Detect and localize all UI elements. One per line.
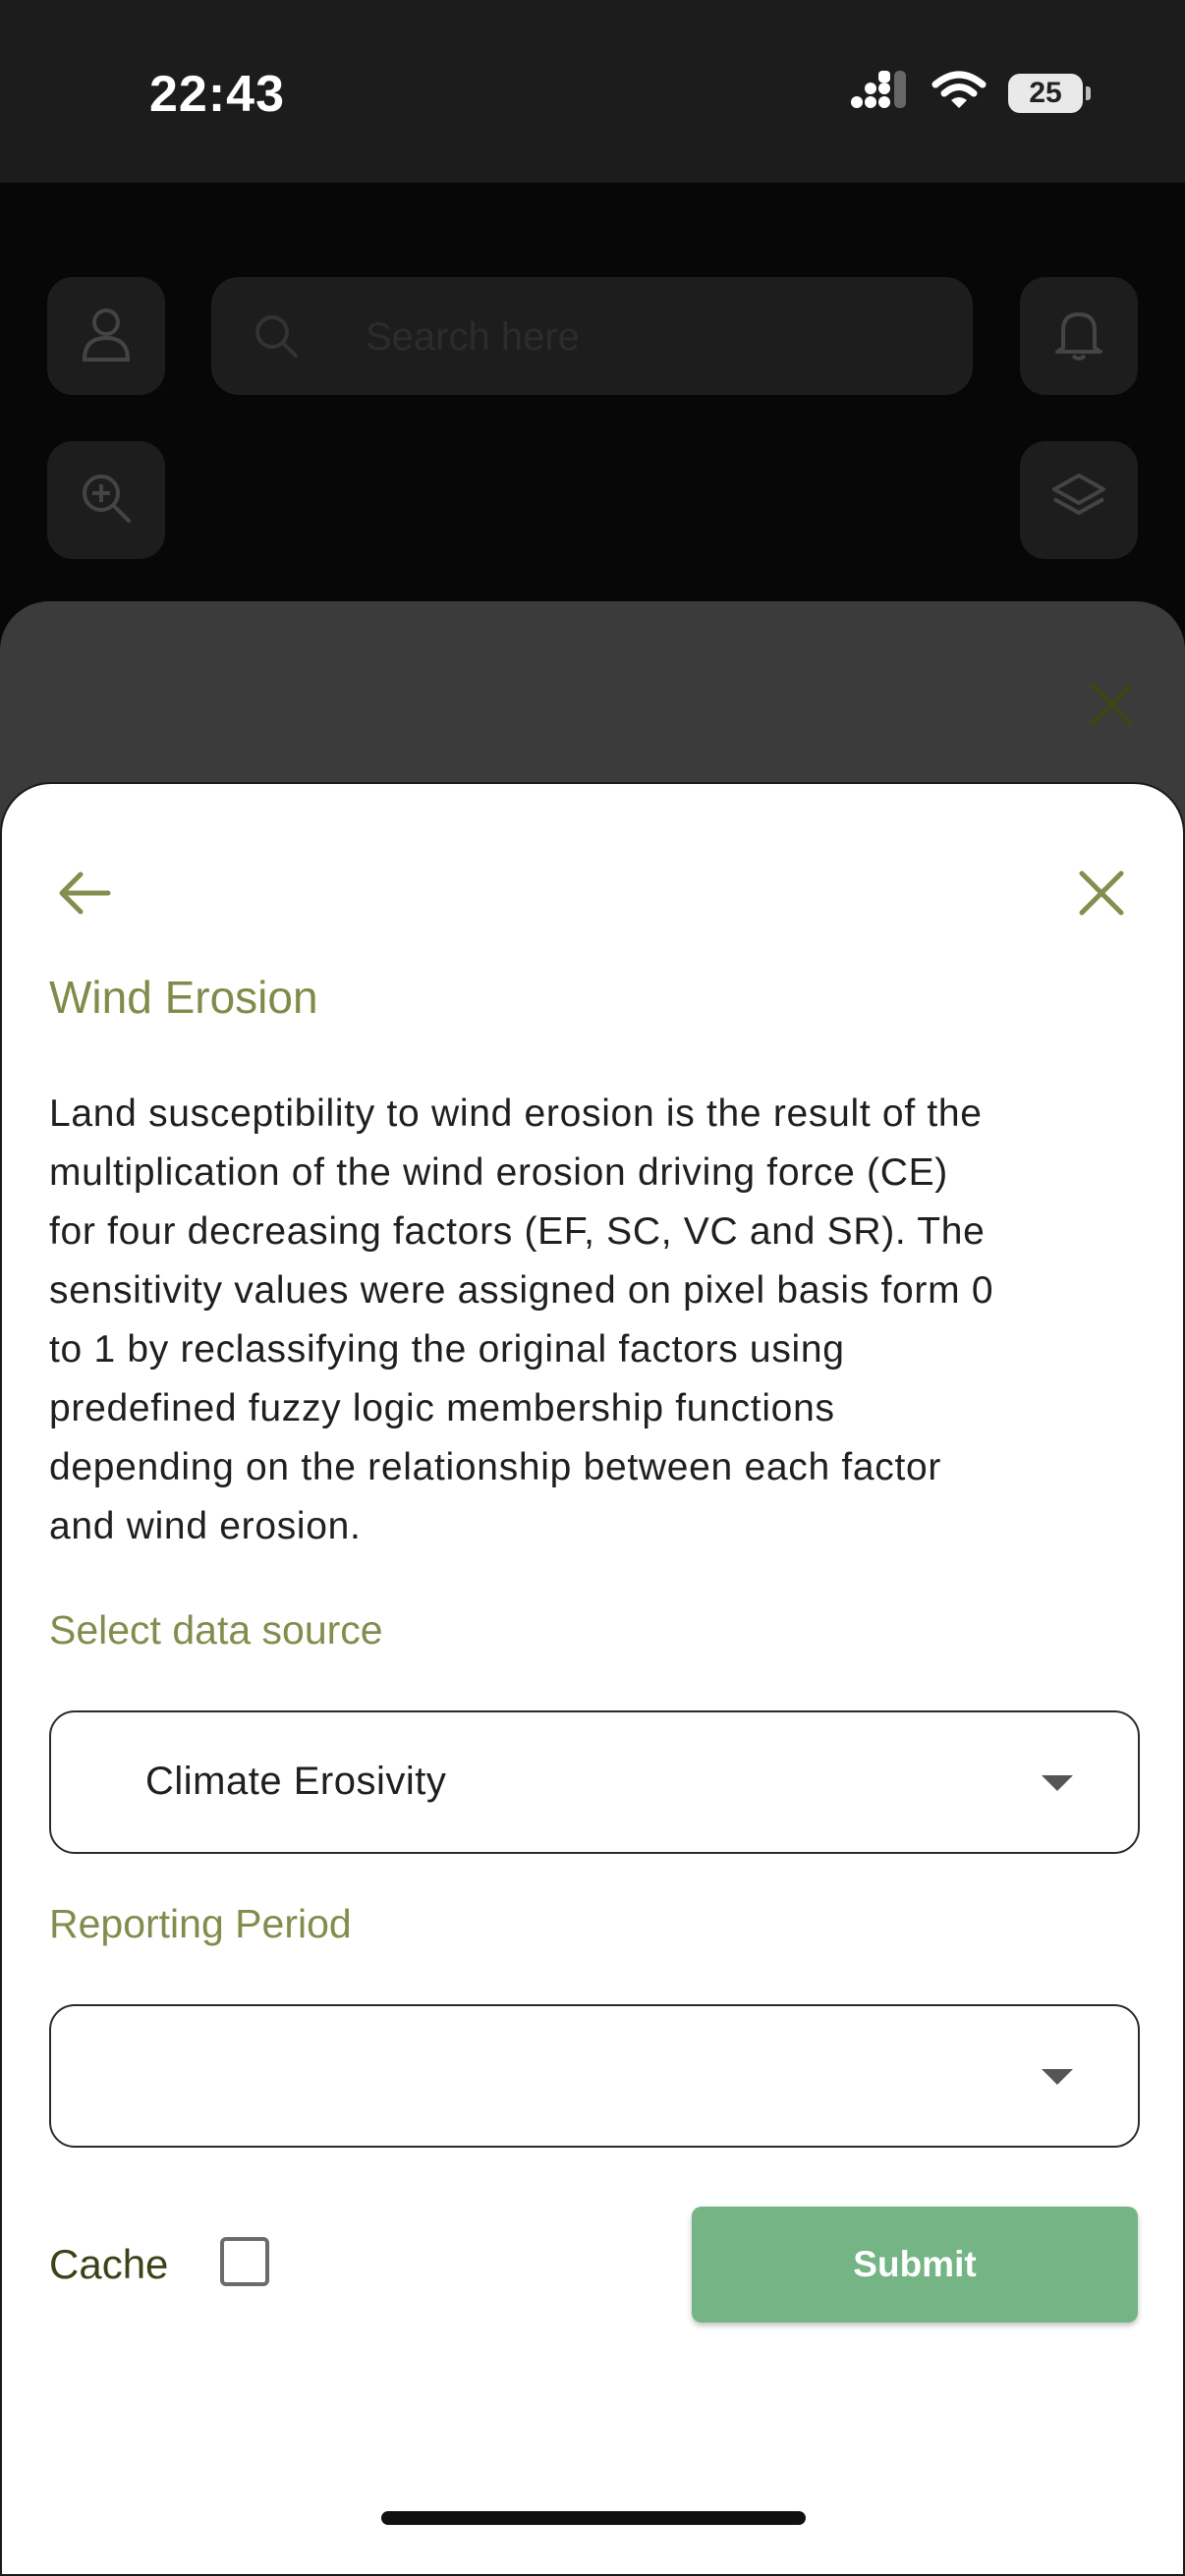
search-bar[interactable] <box>211 277 973 395</box>
close-icon[interactable] <box>1089 682 1134 732</box>
panel-description: Land susceptibility to wind erosion is t… <box>49 1092 994 1547</box>
search-input[interactable] <box>364 307 937 367</box>
layers-icon <box>1048 470 1109 532</box>
cache-checkbox[interactable] <box>220 2237 269 2286</box>
profile-button[interactable] <box>47 277 165 395</box>
home-indicator <box>381 2511 806 2525</box>
data-source-select[interactable]: Climate Erosivity <box>49 1710 1140 1854</box>
chevron-down-icon <box>1042 2069 1073 2085</box>
panel-title: Wind Erosion <box>49 972 318 1023</box>
back-arrow-icon[interactable] <box>51 859 120 927</box>
signal-icon <box>849 71 910 115</box>
cache-label: Cache <box>49 2241 169 2287</box>
status-time: 22:43 <box>149 66 285 123</box>
wifi-icon <box>931 71 987 115</box>
chevron-down-icon <box>1042 1775 1073 1791</box>
data-source-value: Climate Erosivity <box>145 1760 447 1803</box>
user-icon <box>79 305 134 368</box>
reporting-period-label: Reporting Period <box>49 1901 352 1946</box>
bell-icon <box>1051 305 1106 368</box>
layers-button[interactable] <box>1020 441 1138 559</box>
battery-icon: 25 <box>1008 73 1091 113</box>
submit-button[interactable]: Submit <box>692 2207 1138 2323</box>
zoom-in-button[interactable] <box>47 441 165 559</box>
data-source-label: Select data source <box>49 1607 383 1652</box>
status-icons: 25 <box>849 71 1091 115</box>
close-icon[interactable] <box>1067 859 1136 927</box>
zoom-in-icon <box>78 470 135 532</box>
reporting-period-select[interactable] <box>49 2004 1140 2148</box>
notifications-button[interactable] <box>1020 277 1138 395</box>
search-icon <box>251 310 302 366</box>
wind-erosion-panel: Wind Erosion Land susceptibility to wind… <box>0 782 1185 2576</box>
status-bar: 22:43 25 <box>0 0 1185 183</box>
